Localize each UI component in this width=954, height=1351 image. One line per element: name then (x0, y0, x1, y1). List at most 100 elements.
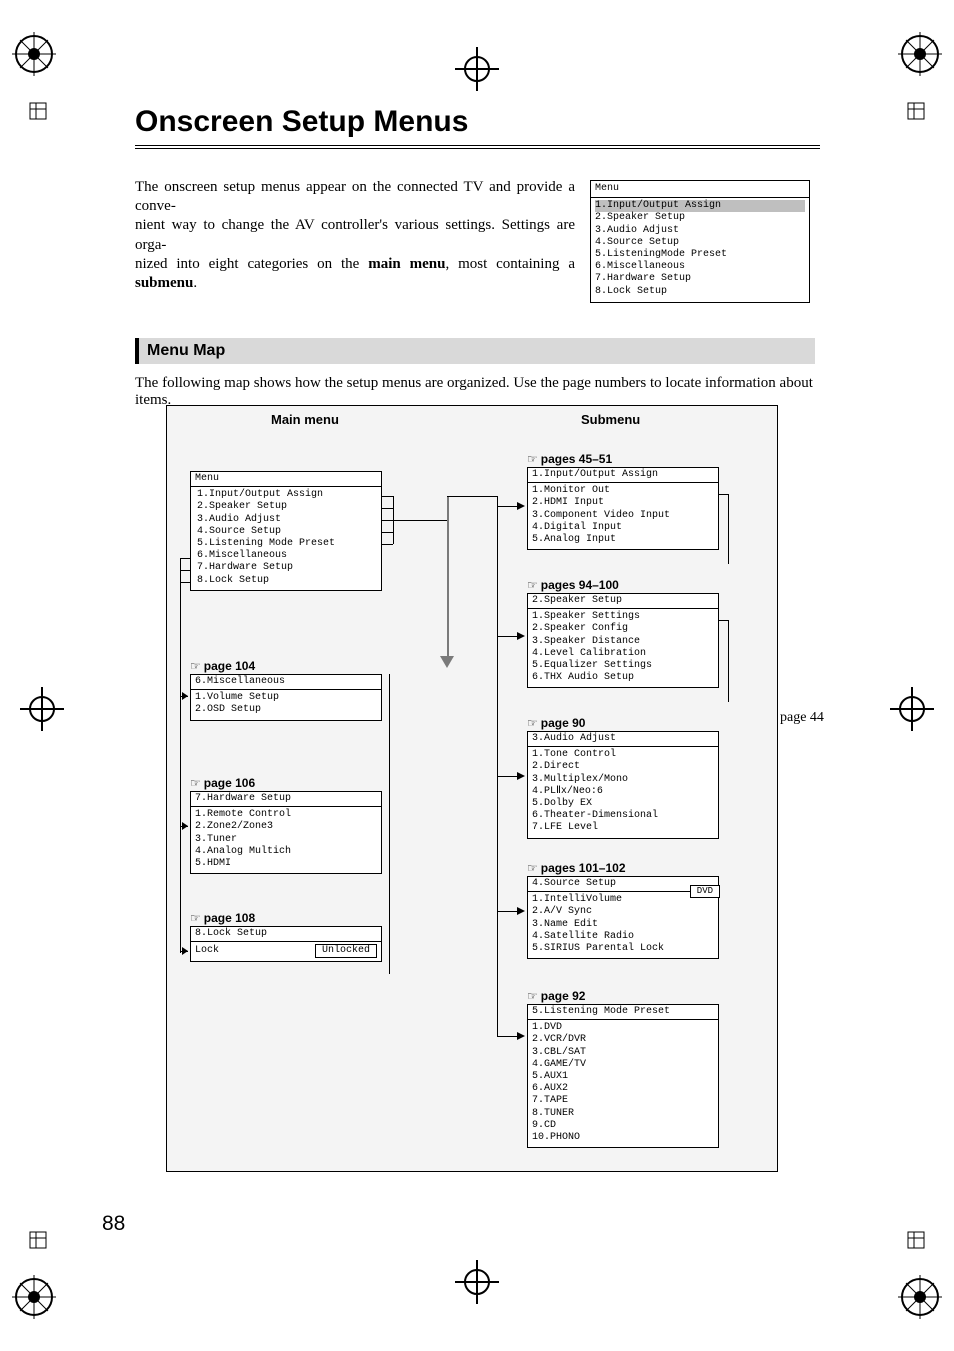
list-item: 9.CD (532, 1120, 714, 1132)
list-item: 7.LFE Level (532, 822, 714, 834)
arrow-right-icon (517, 1032, 525, 1040)
page-ref-text: page 90 (541, 716, 586, 730)
connector-line (447, 496, 449, 656)
registration-mark-icon (896, 1273, 944, 1321)
pointer-icon: ☞ (190, 659, 201, 673)
menu-map: Main menu Submenu Menu 1.Input/Output As… (166, 405, 778, 1172)
pointer-icon: ☞ (527, 716, 538, 730)
registration-mark-icon (896, 30, 944, 78)
page-number: 88 (102, 1212, 125, 1236)
list-item: 2.HDMI Input (532, 497, 714, 509)
arrow-right-icon (182, 947, 188, 955)
arrow-right-icon (182, 822, 188, 830)
box-title: 5.Listening Mode Preset (528, 1005, 718, 1020)
lock-value: Unlocked (315, 944, 377, 958)
page-ref: ☞pages 94–100 (527, 578, 619, 592)
intro-paragraph: The onscreen setup menus appear on the c… (135, 178, 575, 293)
list-item: 2.Speaker Config (532, 623, 714, 635)
connector-line (389, 674, 390, 974)
list-item: 1.Input/Output Assign (195, 489, 377, 501)
list-item: 3.Multiplex/Mono (532, 774, 714, 786)
page-ref: ☞pages 45–51 (527, 452, 612, 466)
list-item: 1.Monitor Out (532, 485, 714, 497)
registration-mark-icon (10, 30, 58, 78)
arrow-right-icon (517, 632, 525, 640)
pointer-icon: ☞ (527, 578, 538, 592)
lock-label: Lock (195, 945, 219, 957)
menu-item: 7.Hardware Setup (595, 273, 805, 285)
list-item: 3.Audio Adjust (195, 514, 377, 526)
connector-line (381, 544, 393, 545)
list-item: 4.GAME/TV (532, 1059, 714, 1071)
menu-item-selected: 1.Input/Output Assign (595, 200, 805, 212)
list-item: 4.Digital Input (532, 522, 714, 534)
list-item: 7.TAPE (532, 1095, 714, 1107)
registration-mark-icon (10, 1273, 58, 1321)
box-title: 3.Audio Adjust (528, 732, 718, 747)
list-item: 2.Speaker Setup (195, 501, 377, 513)
connector-line (381, 496, 393, 497)
registration-cross-icon (20, 687, 64, 731)
list-item: 1.Volume Setup (195, 692, 377, 704)
menu-item: 3.Audio Adjust (595, 225, 805, 237)
list-item: 8.TUNER (532, 1108, 714, 1120)
list-item: 7.Hardware Setup (195, 562, 377, 574)
box-listening-mode: 5.Listening Mode Preset 1.DVD 2.VCR/DVR … (527, 1004, 719, 1148)
page-ref: ☞page 108 (190, 911, 255, 925)
connector-line (497, 1036, 519, 1037)
list-item: 2.OSD Setup (195, 704, 377, 716)
pointer-icon: ☞ (190, 776, 201, 790)
side-page-ref: page 44 (780, 710, 824, 726)
box-body: Lock Unlocked (191, 942, 381, 961)
page-ref-text: pages 45–51 (541, 452, 612, 466)
box-lock: 8.Lock Setup Lock Unlocked (190, 926, 382, 962)
registration-cross-icon (455, 1260, 499, 1304)
list-item: 3.CBL/SAT (532, 1047, 714, 1059)
menu-item: 4.Source Setup (595, 237, 805, 249)
list-item: 6.Miscellaneous (195, 550, 377, 562)
box-audio: 3.Audio Adjust 1.Tone Control 2.Direct 3… (527, 731, 719, 839)
list-item: 3.Speaker Distance (532, 636, 714, 648)
crop-mark-icon (22, 95, 54, 127)
page-ref: ☞page 92 (527, 989, 585, 1003)
intro-bold: submenu (135, 275, 193, 291)
crop-mark-icon (900, 95, 932, 127)
arrow-right-icon (517, 772, 525, 780)
pointer-icon: ☞ (527, 861, 538, 875)
intro-line: The onscreen setup menus appear on the c… (135, 179, 575, 214)
arrow-down-icon (440, 656, 454, 668)
list-item: 4.PLⅡx/Neo:6 (532, 786, 714, 798)
connector-line (381, 532, 393, 533)
list-item: 6.Theater-Dimensional (532, 810, 714, 822)
connector-line (180, 582, 190, 583)
box-body: 1.DVD 2.VCR/DVR 3.CBL/SAT 4.GAME/TV 5.AU… (528, 1020, 718, 1147)
list-item: 6.THX Audio Setup (532, 672, 714, 684)
arrow-right-icon (517, 907, 525, 915)
page-ref-text: page 108 (204, 911, 255, 925)
box-misc: 6.Miscellaneous 1.Volume Setup 2.OSD Set… (190, 674, 382, 721)
list-item: 5.Equalizer Settings (532, 660, 714, 672)
box-body: 1.Remote Control 2.Zone2/Zone3 3.Tuner 4… (191, 807, 381, 873)
connector-line (497, 636, 519, 637)
box-title: 8.Lock Setup (191, 927, 381, 942)
intro-line: . (193, 275, 197, 291)
list-item: 4.Analog Multich (195, 846, 377, 858)
connector-line (180, 558, 181, 953)
page-ref-text: page 92 (541, 989, 586, 1003)
connector-line (718, 620, 728, 621)
menu-item: 8.Lock Setup (595, 286, 805, 298)
box-body: 1.Volume Setup 2.OSD Setup (191, 690, 381, 719)
box-source: 4.Source Setup DVD 1.IntelliVolume 2.A/V… (527, 876, 719, 959)
menu-preview-title: Menu (591, 181, 809, 197)
box-title: 1.Input/Output Assign (528, 468, 718, 483)
connector-line (728, 620, 729, 702)
list-item: 2.Direct (532, 761, 714, 773)
crop-mark-icon (22, 1224, 54, 1256)
connector-line (381, 508, 393, 509)
connector-line (718, 494, 728, 495)
list-item: 1.Speaker Settings (532, 611, 714, 623)
connector-line (497, 496, 498, 1036)
connector-line (180, 558, 190, 559)
list-item: 4.Source Setup (195, 526, 377, 538)
box-title: 6.Miscellaneous (191, 675, 381, 690)
